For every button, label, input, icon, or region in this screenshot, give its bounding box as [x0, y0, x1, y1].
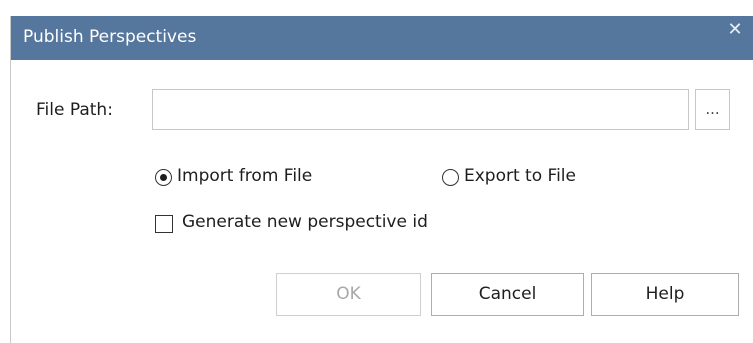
browse-button[interactable]: ... [695, 89, 730, 130]
ok-button[interactable]: OK [276, 273, 421, 316]
import-radio[interactable] [155, 169, 172, 186]
generate-id-label[interactable]: Generate new perspective id [182, 212, 428, 232]
file-path-label: File Path: [36, 100, 113, 120]
publish-perspectives-dialog: Publish Perspectives ✕ File Path: ... Im… [10, 16, 753, 343]
help-button[interactable]: Help [591, 273, 739, 316]
dialog-title: Publish Perspectives [23, 27, 197, 47]
export-radio-label[interactable]: Export to File [464, 166, 576, 186]
export-radio[interactable] [442, 169, 459, 186]
generate-id-checkbox[interactable] [155, 215, 173, 233]
file-path-input[interactable] [152, 89, 689, 130]
import-radio-label[interactable]: Import from File [177, 166, 312, 186]
close-icon[interactable]: ✕ [717, 16, 753, 46]
dialog-titlebar[interactable]: Publish Perspectives ✕ [11, 16, 753, 60]
cancel-button[interactable]: Cancel [431, 273, 584, 316]
